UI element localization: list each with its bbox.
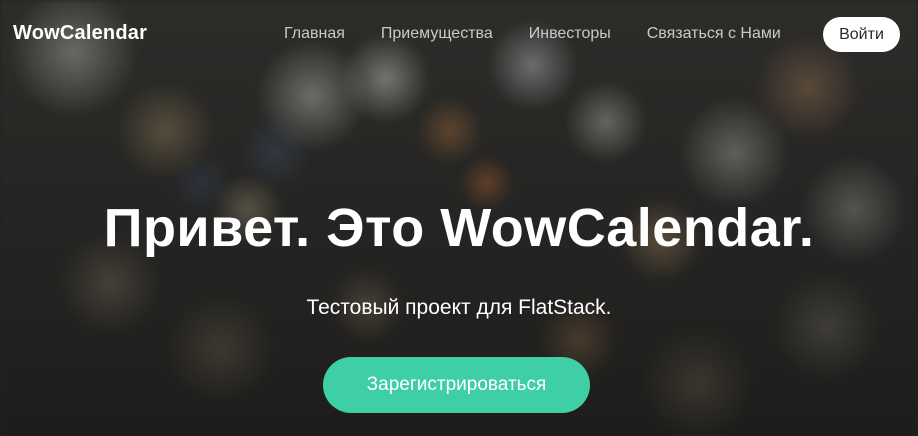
hero-content: Привет. Это WowCalendar. Тестовый проект… [0, 0, 918, 436]
hero-subtitle: Тестовый проект для FlatStack. [306, 296, 612, 319]
hero-title: Привет. Это WowCalendar. [103, 198, 815, 258]
hero-section: WowCalendar Главная Приемущества Инвесто… [0, 0, 918, 436]
register-button[interactable]: Зарегистрироваться [323, 357, 590, 413]
